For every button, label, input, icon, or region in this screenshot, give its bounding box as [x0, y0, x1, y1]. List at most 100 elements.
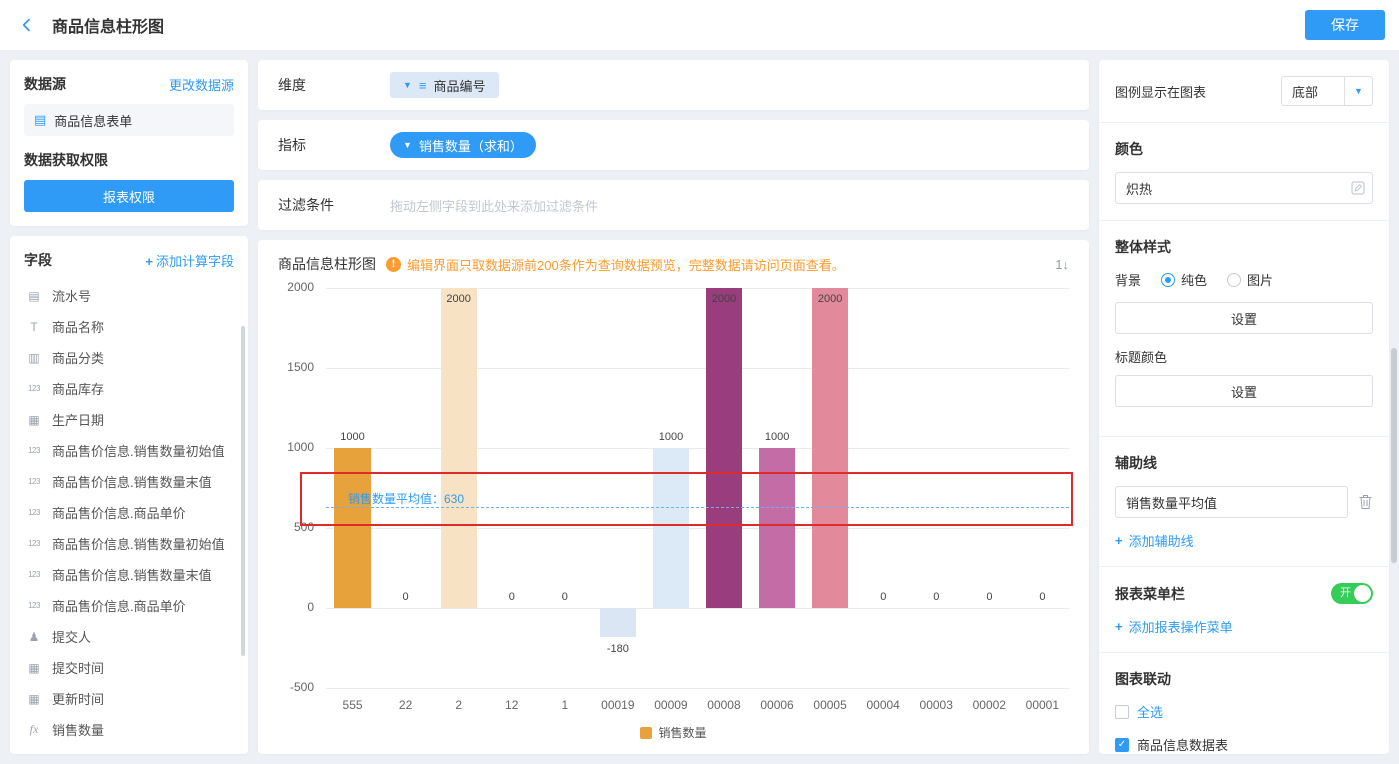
field-item[interactable]: 123商品售价信息.商品单价 [24, 497, 234, 528]
chart-legend[interactable]: 销售数量 [278, 724, 1069, 741]
x-axis-label: 2 [432, 698, 485, 712]
caret-down-icon: ▼ [403, 140, 412, 150]
save-button[interactable]: 保存 [1305, 10, 1385, 40]
caret-down-icon: ▼ [403, 80, 412, 90]
filter-row: 过滤条件 拖动左侧字段到此处来添加过滤条件 [258, 180, 1089, 230]
caret-down-icon[interactable]: ▼ [1345, 76, 1373, 106]
x-axis-label: 00006 [751, 698, 804, 712]
add-report-menu-link[interactable]: +添加报表操作菜单 [1115, 617, 1373, 636]
gridline [326, 608, 1069, 609]
field-label: 商品售价信息.商品单价 [52, 503, 186, 522]
field-item[interactable]: ▤流水号 [24, 280, 234, 311]
background-settings-button[interactable]: 设置 [1115, 302, 1373, 334]
dimension-chip[interactable]: ▼ ≡ 商品编号 [390, 72, 499, 98]
category-icon: ▥ [24, 351, 44, 365]
fx-icon: fx [24, 722, 44, 737]
field-item[interactable]: ▦提交时间 [24, 652, 234, 683]
main-layout: 数据源 更改数据源 ▤ 商品信息表单 数据获取权限 报表权限 字段 +添加计算字… [0, 50, 1399, 764]
field-label: 提交时间 [52, 658, 104, 677]
number-icon: 123 [24, 539, 44, 548]
divider [1099, 436, 1389, 437]
bar-value-label: 2000 [818, 293, 842, 305]
permission-title: 数据获取权限 [24, 150, 234, 170]
x-axis-label: 00003 [910, 698, 963, 712]
edit-icon[interactable] [1351, 181, 1365, 198]
field-label: 商品库存 [52, 379, 104, 398]
checkbox-unchecked[interactable] [1115, 705, 1129, 719]
add-calculated-field-link[interactable]: +添加计算字段 [145, 251, 234, 270]
report-menu-title: 报表菜单栏 [1115, 584, 1185, 604]
field-item[interactable]: T商品名称 [24, 311, 234, 342]
checkbox-checked[interactable]: ✓ [1115, 738, 1129, 752]
field-item[interactable]: 123商品售价信息.销售数量末值 [24, 466, 234, 497]
radio-solid-color[interactable]: 纯色 [1161, 270, 1207, 289]
serial-icon: ▤ [24, 289, 44, 303]
gridline [326, 448, 1069, 449]
main-panel: 维度 ▼ ≡ 商品编号 指标 ▼ 销售数量（求和） 过滤条件 拖动左侧字段到此处… [258, 60, 1089, 754]
topbar: 商品信息柱形图 保存 [0, 0, 1399, 50]
x-axis-label: 00008 [697, 698, 750, 712]
legend-position-value[interactable]: 底部 [1281, 76, 1345, 106]
field-item[interactable]: ▦生产日期 [24, 404, 234, 435]
datasource-item[interactable]: ▤ 商品信息表单 [24, 104, 234, 136]
fields-scrollbar[interactable] [241, 326, 245, 656]
change-datasource-link[interactable]: 更改数据源 [169, 75, 234, 94]
bar-chart: 2000150010005000-500 10000200000-1801000… [278, 288, 1069, 688]
x-axis-label: 00009 [644, 698, 697, 712]
field-item[interactable]: 123商品售价信息.销售数量初始值 [24, 435, 234, 466]
field-item[interactable]: 123商品售价信息.商品单价 [24, 590, 234, 621]
select-all-row[interactable]: 全选 [1115, 702, 1373, 721]
bar[interactable] [441, 288, 477, 608]
metric-chip[interactable]: ▼ 销售数量（求和） [390, 132, 536, 158]
add-auxline-label: 添加辅助线 [1129, 531, 1194, 550]
form-icon: ▤ [34, 112, 46, 128]
legend-position-select[interactable]: 底部 ▼ [1281, 76, 1373, 106]
warning-icon: ! [386, 257, 401, 272]
field-item[interactable]: fx销售数量 [24, 714, 234, 745]
title-color-settings-button[interactable]: 设置 [1115, 375, 1373, 407]
add-report-menu-label: 添加报表操作菜单 [1129, 617, 1233, 636]
trash-icon[interactable] [1358, 494, 1373, 510]
field-item[interactable]: ▥商品分类 [24, 342, 234, 373]
divider [1099, 652, 1389, 653]
field-item[interactable]: 123 商品售价信息.销售数量初始值 [24, 528, 234, 559]
field-item[interactable]: 123商品库存 [24, 373, 234, 404]
field-label: 商品售价信息.销售数量初始值 [52, 441, 225, 460]
x-axis-label: 00001 [1016, 698, 1069, 712]
bar[interactable] [600, 608, 636, 637]
field-label: 商品名称 [52, 317, 104, 336]
page-scrollbar[interactable] [1391, 348, 1397, 563]
bar[interactable] [812, 288, 848, 608]
auxline-input[interactable] [1115, 486, 1348, 518]
field-item[interactable]: ♟提交人 [24, 621, 234, 652]
back-button[interactable] [14, 12, 40, 38]
y-axis-label: 2000 [287, 280, 314, 294]
filter-dropzone[interactable]: 拖动左侧字段到此处来添加过滤条件 [390, 196, 598, 215]
field-label: 商品售价信息.销售数量初始值 [52, 534, 225, 553]
radio-selected-icon[interactable] [1161, 273, 1175, 287]
linkage-item[interactable]: ✓商品信息数据表 [1115, 735, 1373, 754]
add-auxline-link[interactable]: +添加辅助线 [1115, 531, 1373, 550]
radio-solid-label: 纯色 [1181, 270, 1207, 289]
bar[interactable] [706, 288, 742, 608]
radio-image[interactable]: 图片 [1227, 270, 1273, 289]
left-sidebar: 数据源 更改数据源 ▤ 商品信息表单 数据获取权限 报表权限 字段 +添加计算字… [10, 60, 248, 754]
fields-title: 字段 [24, 250, 52, 270]
report-menu-toggle[interactable]: 开 [1331, 583, 1373, 604]
x-axis-label: 555 [326, 698, 379, 712]
plus-icon: + [145, 254, 153, 269]
field-item[interactable]: ▦更新时间 [24, 683, 234, 714]
gridline [326, 368, 1069, 369]
sort-icon[interactable]: 1↓ [1055, 257, 1069, 272]
bar-value-label: 0 [933, 591, 939, 603]
chart-card: 商品信息柱形图 ! 编辑界面只取数据源前200条作为查询数据预览，完整数据请访问… [258, 240, 1089, 754]
field-item[interactable]: 123商品售价信息.销售数量末值 [24, 559, 234, 590]
report-permission-button[interactable]: 报表权限 [24, 180, 234, 212]
number-icon: 123 [24, 601, 44, 610]
bar-value-label: 0 [509, 591, 515, 603]
bar-value-label: 1000 [659, 431, 683, 443]
color-theme-input[interactable] [1115, 172, 1373, 204]
radio-unselected-icon[interactable] [1227, 273, 1241, 287]
gridline [326, 288, 1069, 289]
y-axis-label: 1000 [287, 440, 314, 454]
